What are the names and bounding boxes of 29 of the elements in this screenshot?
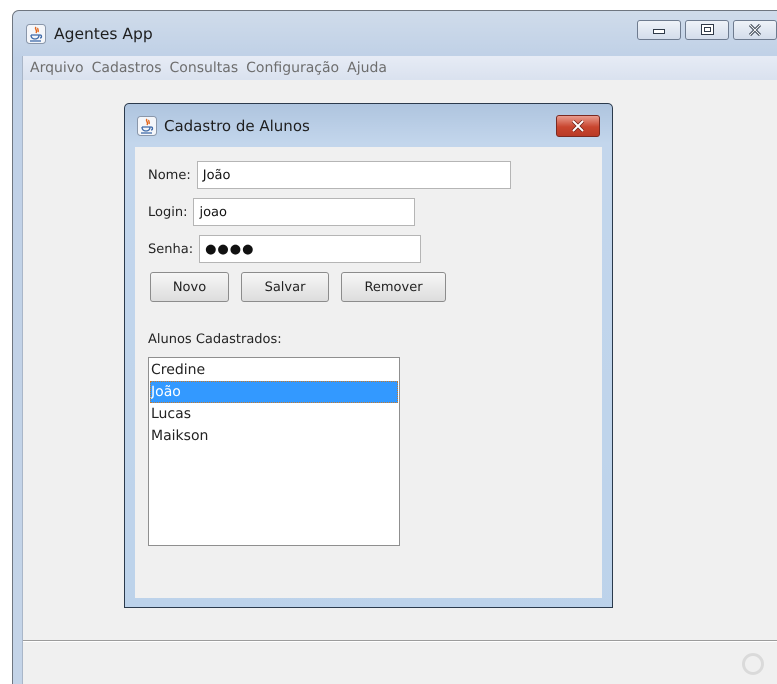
menu-item[interactable]: Cadastros [90, 60, 168, 76]
dialog-title: Cadastro de Alunos [164, 116, 310, 134]
close-icon [748, 24, 762, 36]
form-button[interactable]: Salvar [241, 272, 329, 302]
form-button[interactable]: Remover [341, 272, 446, 302]
field-label: Nome: [148, 168, 191, 182]
input-field[interactable]: João [196, 161, 511, 189]
list-label: Alunos Cadastrados: [148, 332, 283, 347]
window-title: Agentes App [54, 24, 153, 42]
menu-item[interactable]: Consultas [168, 60, 244, 76]
maximize-icon [700, 24, 714, 35]
close-icon [570, 120, 586, 132]
password-field[interactable]: ●●●● [199, 235, 422, 263]
field-label: Senha: [148, 242, 194, 256]
list-item[interactable]: Maikson [150, 425, 398, 447]
field-label: Login: [148, 204, 188, 220]
input-field[interactable]: joao [193, 198, 416, 226]
close-button[interactable] [733, 20, 777, 40]
form-button[interactable]: Novo [150, 272, 229, 302]
java-cup-icon [26, 24, 46, 44]
list-item[interactable]: Credine [150, 359, 398, 381]
java-cup-icon [137, 116, 157, 136]
menu-item[interactable]: Ajuda [345, 60, 393, 76]
maximize-button[interactable] [685, 20, 729, 40]
close-button[interactable] [556, 114, 600, 136]
list-item[interactable]: Lucas [150, 403, 398, 425]
menu-item[interactable]: Arquivo [28, 60, 90, 76]
minimize-button[interactable] [637, 20, 681, 40]
menu-item[interactable]: Configuração [244, 60, 346, 76]
